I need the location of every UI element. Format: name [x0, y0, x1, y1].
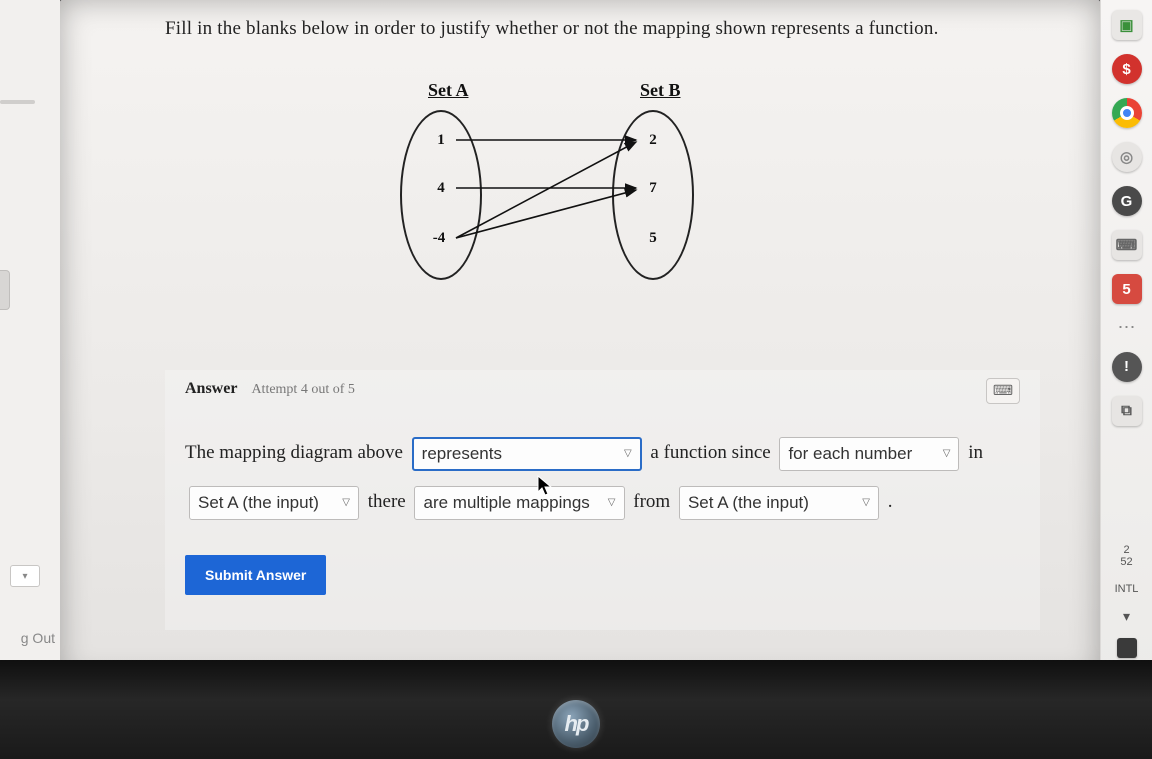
hp-logo: hp	[552, 700, 600, 748]
dropdown-quantifier[interactable]: for each number ▽	[779, 437, 959, 471]
mapping-arrows	[390, 80, 720, 300]
rail-app-icon[interactable]: ◎	[1112, 142, 1142, 172]
logout-link-fragment[interactable]: g Out	[0, 630, 55, 646]
rail-app-icon[interactable]: G	[1112, 186, 1142, 216]
rail-lang[interactable]: INTL	[1115, 583, 1139, 595]
question-card: Fill in the blanks below in order to jus…	[60, 0, 1100, 680]
rail-bottom-icon[interactable]	[1117, 638, 1137, 658]
mapping-diagram: Set A Set B 1 4 -4 2 7 5	[390, 80, 720, 300]
left-mini-dropdown[interactable]: ▾	[10, 565, 40, 587]
rail-app-icon[interactable]: ⧉	[1112, 396, 1142, 426]
dropdown-mapping-count[interactable]: are multiple mappings ▽	[414, 486, 624, 520]
attempt-counter: Attempt 4 out of 5	[251, 382, 354, 398]
answer-header: Answer Attempt 4 out of 5	[185, 380, 1020, 398]
dropdown-set-from-value: Set A (the input)	[688, 481, 809, 525]
rail-app-icon[interactable]: ⋯	[1118, 318, 1136, 338]
sentence-text-2: a function since	[650, 442, 770, 463]
answer-block: ⌨ Answer Attempt 4 out of 5 The mapping …	[165, 370, 1040, 630]
left-tab-handle[interactable]	[0, 270, 10, 310]
submit-answer-button[interactable]: Submit Answer	[185, 555, 326, 595]
rail-app-icon[interactable]: ▣	[1112, 10, 1142, 40]
right-app-rail: ▣ $ ◎ G ⌨ 5 ⋯! ⧉ 2 52 INTL ▾	[1100, 0, 1152, 680]
question-prompt: Fill in the blanks below in order to jus…	[165, 18, 1060, 40]
rail-clock-line2: 52	[1120, 556, 1132, 568]
dropdown-mapping-count-value: are multiple mappings	[423, 481, 589, 525]
dropdown-set-in-value: Set A (the input)	[198, 481, 319, 525]
rail-clock: 2 52	[1120, 544, 1132, 568]
rail-app-icon[interactable]: ⌨	[1112, 230, 1142, 260]
screenshot-root: ▾ g Out Fill in the blanks below in orde…	[0, 0, 1152, 759]
chevron-down-icon: ▽	[862, 490, 870, 516]
answer-sentence: The mapping diagram above represents ▽ a…	[185, 428, 1020, 527]
chevron-down-icon: ▽	[943, 441, 951, 467]
left-gutter: ▾ g Out	[0, 0, 60, 680]
rail-items: ▣ $ ◎ G ⌨ 5 ⋯! ⧉	[1112, 10, 1142, 426]
dropdown-represents[interactable]: represents ▽	[412, 437, 642, 471]
rail-app-icon[interactable]: !	[1112, 352, 1142, 382]
sentence-text-5: from	[633, 491, 670, 512]
dropdown-set-in[interactable]: Set A (the input) ▽	[189, 486, 359, 520]
sentence-text-3: in	[968, 442, 983, 463]
dropdown-set-from[interactable]: Set A (the input) ▽	[679, 486, 879, 520]
left-progress-sliver	[0, 100, 35, 104]
sentence-text-6: .	[888, 491, 893, 512]
chevron-down-icon: ▽	[608, 490, 616, 516]
rail-clock-line1: 2	[1120, 544, 1132, 556]
rail-app-icon[interactable]	[1112, 98, 1142, 128]
sentence-text-1: The mapping diagram above	[185, 442, 403, 463]
dropdown-quantifier-value: for each number	[788, 432, 912, 476]
dropdown-represents-value: represents	[422, 432, 502, 476]
rail-wifi-icon[interactable]: ▾	[1123, 609, 1130, 624]
chevron-down-icon: ▽	[624, 441, 632, 467]
sentence-text-4: there	[368, 491, 406, 512]
keyboard-icon[interactable]: ⌨	[986, 378, 1020, 404]
rail-app-icon[interactable]: 5	[1112, 274, 1142, 304]
answer-label: Answer	[185, 380, 237, 398]
chevron-down-icon: ▽	[342, 490, 350, 516]
rail-app-icon[interactable]: $	[1112, 54, 1142, 84]
